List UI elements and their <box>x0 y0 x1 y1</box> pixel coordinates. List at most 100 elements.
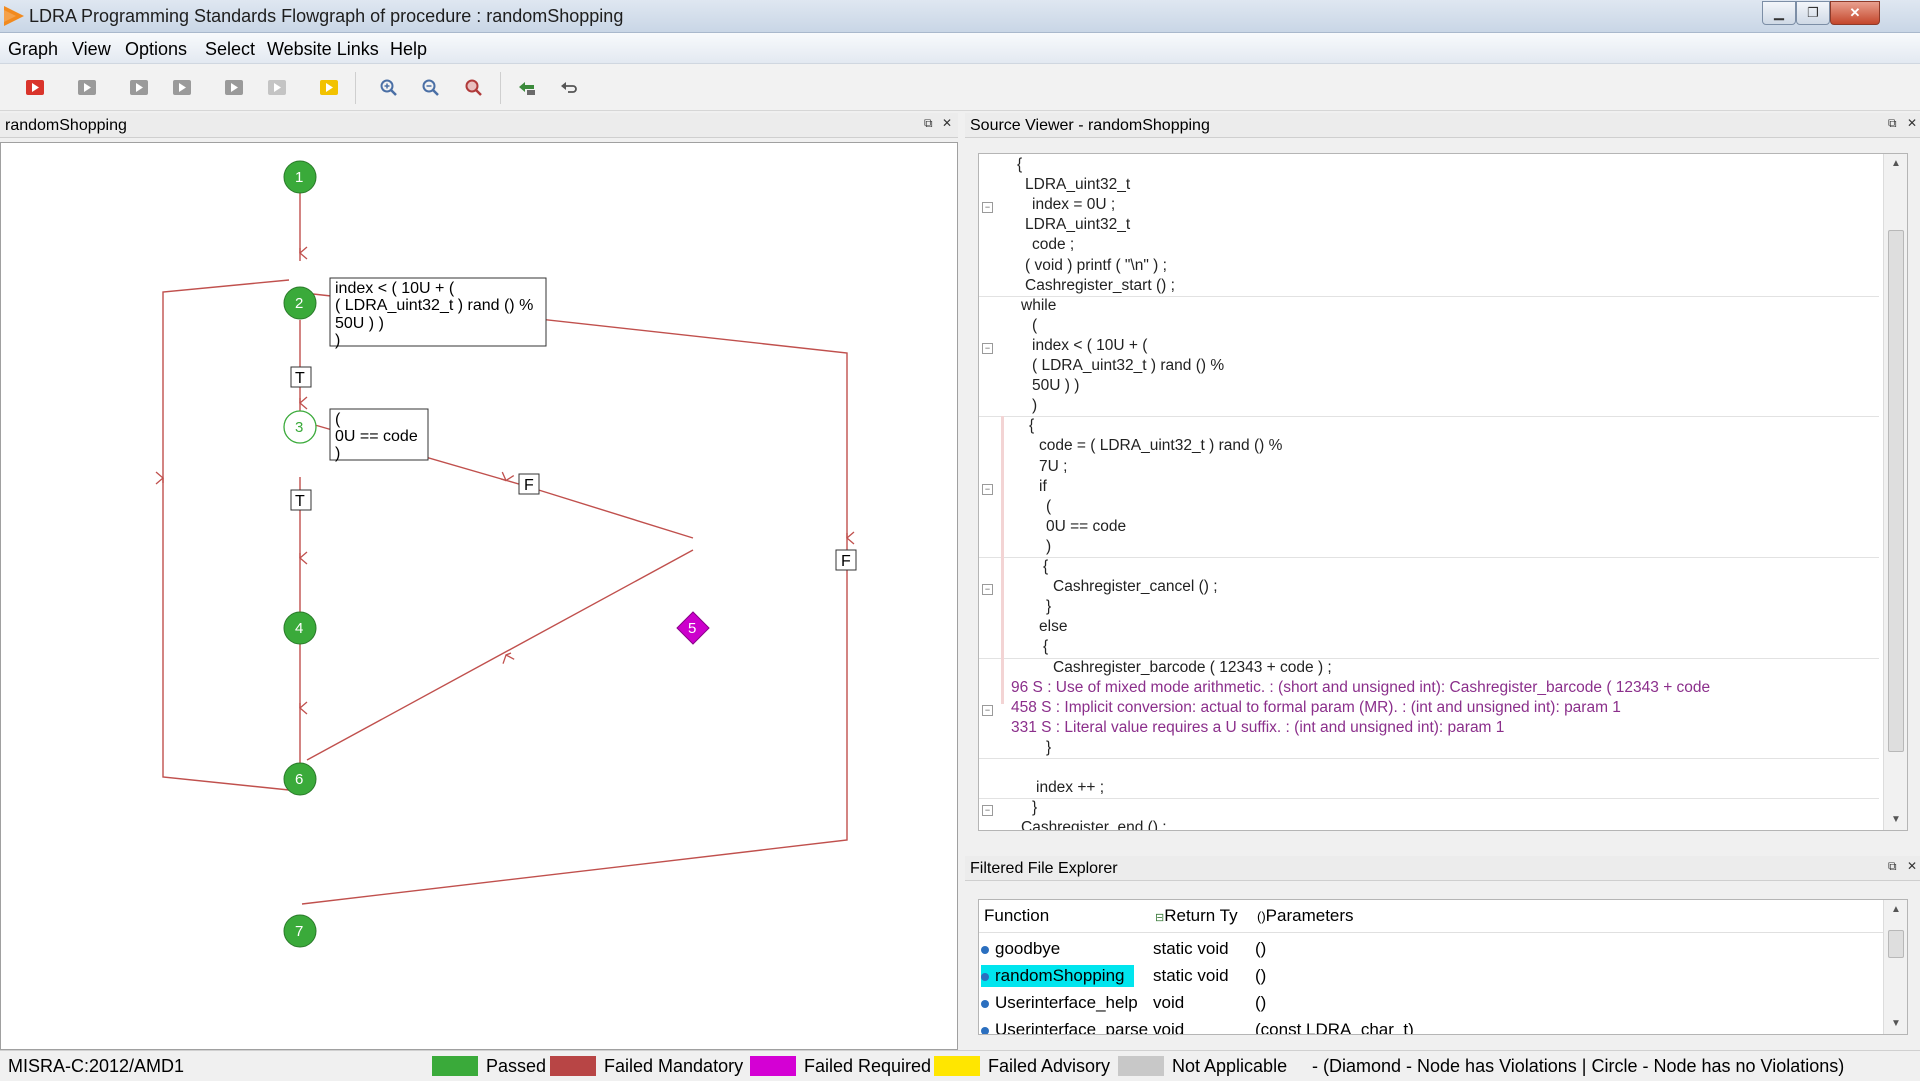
source-line[interactable]: 0U == code <box>1046 518 1126 536</box>
node-6[interactable]: 6 <box>283 762 317 796</box>
table-row[interactable]: randomShopping static void () <box>979 965 1883 989</box>
menu-website-links[interactable]: Website Links <box>267 39 379 60</box>
close-panel-icon[interactable]: ✕ <box>1907 859 1917 873</box>
source-line[interactable]: Cashregister_cancel () ; <box>1053 578 1218 596</box>
table-row[interactable]: goodbye static void () <box>979 938 1883 962</box>
source-line[interactable]: ( <box>1032 317 1037 335</box>
float-icon[interactable]: ⧉ <box>924 116 933 131</box>
cell-return-type[interactable]: void <box>1153 993 1184 1013</box>
fold-toggle-icon[interactable]: − <box>982 483 993 495</box>
node-5-diamond[interactable]: 5 <box>676 611 710 645</box>
cell-parameters[interactable]: () <box>1255 966 1266 986</box>
source-line[interactable]: } <box>1046 739 1051 757</box>
source-line[interactable]: else <box>1039 618 1067 636</box>
menu-select[interactable]: Select <box>205 39 255 60</box>
cell-parameters[interactable]: () <box>1255 939 1266 959</box>
menu-help[interactable]: Help <box>390 39 427 60</box>
scroll-up-icon[interactable]: ▲ <box>1891 904 1901 915</box>
violation-message[interactable]: 331 S : Literal value requires a U suffi… <box>1011 719 1504 737</box>
float-icon[interactable]: ⧉ <box>1888 859 1897 874</box>
node-4[interactable]: 4 <box>283 611 317 645</box>
close-panel-icon[interactable]: ✕ <box>1907 116 1917 130</box>
fold-toggle-icon[interactable]: − <box>982 584 993 596</box>
source-line[interactable]: code ; <box>1032 236 1074 254</box>
source-line[interactable]: while <box>1021 297 1056 315</box>
source-line[interactable]: LDRA_uint32_t <box>1025 176 1130 194</box>
play-gray-button-2[interactable] <box>129 78 149 98</box>
source-scrollbar[interactable]: ▲ ▼ <box>1883 154 1907 830</box>
close-button[interactable]: ✕ <box>1830 1 1880 25</box>
flowgraph-canvas[interactable]: index < ( 10U + ( ( LDRA_uint32_t ) rand… <box>0 142 958 1050</box>
cell-function[interactable]: randomShopping <box>981 965 1135 987</box>
scroll-thumb[interactable] <box>1888 230 1904 752</box>
source-line[interactable]: { <box>1029 417 1034 435</box>
node-3[interactable]: 3 <box>283 410 317 444</box>
menu-options[interactable]: Options <box>125 39 187 60</box>
back-green-button[interactable] <box>517 78 537 98</box>
cell-function[interactable]: Userinterface_parse <box>981 1019 1158 1034</box>
fold-toggle-icon[interactable]: − <box>982 805 993 817</box>
undo-button[interactable] <box>560 78 580 98</box>
source-line[interactable]: { <box>1043 638 1048 656</box>
cell-function[interactable]: Userinterface_help <box>981 992 1148 1014</box>
cell-return-type[interactable]: static void <box>1153 939 1229 959</box>
source-line[interactable]: } <box>1032 799 1037 817</box>
menu-view[interactable]: View <box>72 39 111 60</box>
play-gray-button-1[interactable] <box>77 78 97 98</box>
play-gray-button-5[interactable] <box>267 78 287 98</box>
zoom-fit-button[interactable] <box>464 78 484 98</box>
source-line[interactable]: ) <box>1032 397 1037 415</box>
source-line[interactable]: index = 0U ; <box>1032 196 1115 214</box>
node-1[interactable]: 1 <box>283 160 317 194</box>
zoom-in-button[interactable] <box>379 78 399 98</box>
table-row[interactable]: Userinterface_help void () <box>979 992 1883 1016</box>
source-line[interactable]: Cashregister_barcode ( 12343 + code ) ; <box>1053 659 1332 677</box>
column-header-parameters[interactable]: ()Parameters <box>1257 906 1354 926</box>
scroll-thumb[interactable] <box>1888 930 1904 958</box>
source-line[interactable]: { <box>1017 156 1022 174</box>
cell-parameters[interactable]: () <box>1255 993 1266 1013</box>
cell-return-type[interactable]: static void <box>1153 966 1229 986</box>
scroll-down-icon[interactable]: ▼ <box>1891 1018 1901 1029</box>
file-explorer-table[interactable]: Function ⊟Return Ty ()Parameters goodbye… <box>978 899 1908 1035</box>
column-header-return-type[interactable]: ⊟Return Ty <box>1155 906 1238 926</box>
table-row[interactable]: Userinterface_parse void (const LDRA_char_… <box>979 1019 1883 1034</box>
source-line[interactable]: Cashregister_start () ; <box>1025 277 1175 295</box>
cell-parameters[interactable]: (const LDRA_char_t) <box>1255 1020 1414 1034</box>
violation-message[interactable]: 458 S : Implicit conversion: actual to f… <box>1011 699 1621 717</box>
minimize-button[interactable]: ▁ <box>1762 1 1796 25</box>
source-line[interactable]: ( <box>1046 498 1051 516</box>
play-red-button[interactable] <box>25 78 45 98</box>
source-line[interactable]: ( LDRA_uint32_t ) rand () % <box>1032 357 1224 375</box>
source-line[interactable]: 7U ; <box>1039 458 1067 476</box>
explorer-scrollbar[interactable]: ▲ ▼ <box>1883 900 1907 1034</box>
close-panel-icon[interactable]: ✕ <box>942 116 952 130</box>
source-line[interactable]: ) <box>1046 538 1051 556</box>
source-line[interactable]: ( void ) printf ( "\n" ) ; <box>1025 257 1167 275</box>
node-7[interactable]: 7 <box>283 914 317 948</box>
source-line[interactable]: index < ( 10U + ( <box>1032 337 1147 355</box>
violation-message[interactable]: 96 S : Use of mixed mode arithmetic. : (… <box>1011 679 1710 697</box>
play-yellow-button[interactable] <box>319 78 339 98</box>
cell-function[interactable]: goodbye <box>981 938 1070 960</box>
source-line[interactable]: if <box>1039 478 1047 496</box>
zoom-out-button[interactable] <box>421 78 441 98</box>
source-line[interactable]: LDRA_uint32_t <box>1025 216 1130 234</box>
float-icon[interactable]: ⧉ <box>1888 116 1897 131</box>
scroll-down-icon[interactable]: ▼ <box>1891 814 1901 825</box>
source-line[interactable]: { <box>1043 558 1048 576</box>
maximize-button[interactable]: ❐ <box>1796 1 1830 25</box>
column-header-function[interactable]: Function <box>984 906 1049 926</box>
fold-toggle-icon[interactable]: − <box>982 704 993 716</box>
source-line[interactable]: } <box>1046 598 1051 616</box>
play-gray-button-3[interactable] <box>172 78 192 98</box>
fold-toggle-icon[interactable]: − <box>982 202 993 214</box>
source-line[interactable]: index ++ ; <box>1036 779 1104 797</box>
play-gray-button-4[interactable] <box>224 78 244 98</box>
source-line[interactable]: 50U ) ) <box>1032 377 1079 395</box>
menu-graph[interactable]: Graph <box>8 39 58 60</box>
source-line[interactable]: code = ( LDRA_uint32_t ) rand () % <box>1039 437 1282 455</box>
scroll-up-icon[interactable]: ▲ <box>1891 158 1901 169</box>
cell-return-type[interactable]: void <box>1153 1020 1184 1034</box>
source-viewer[interactable]: {LDRA_uint32_t index = 0U ; − LDRA_uint32_t… <box>978 153 1908 831</box>
